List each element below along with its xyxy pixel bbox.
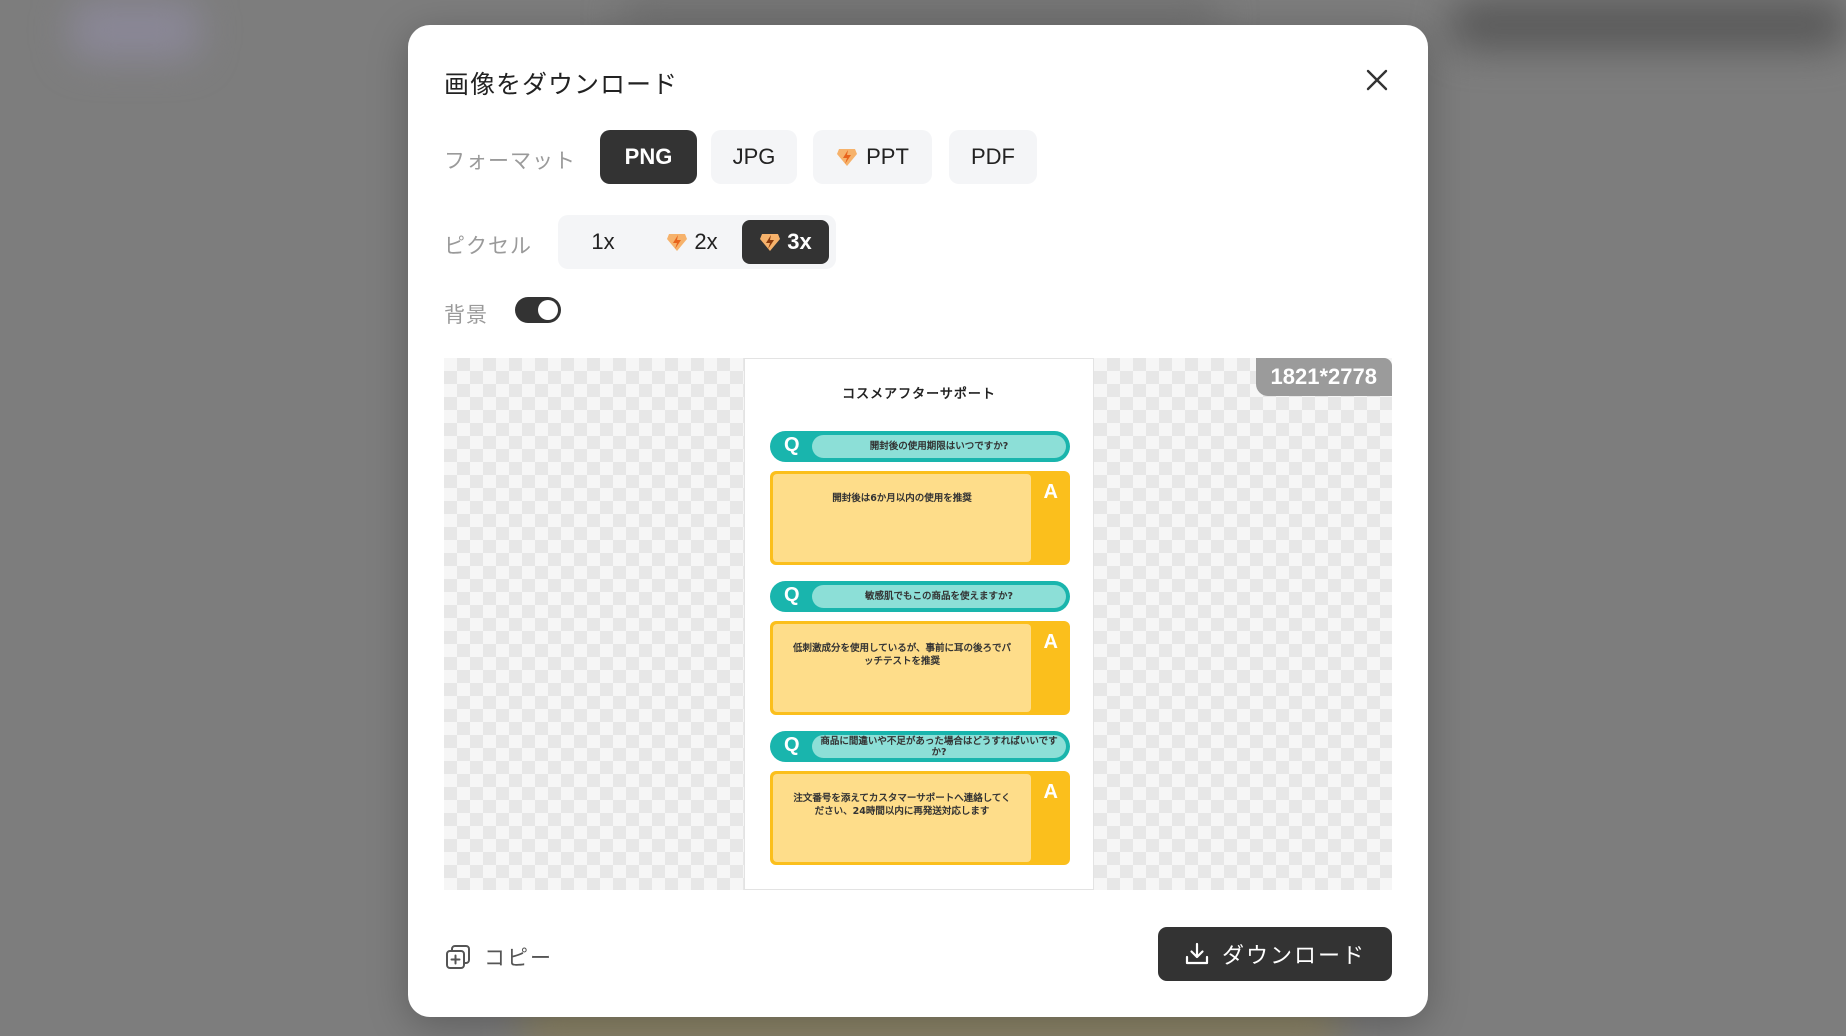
download-image-dialog: 画像をダウンロード フォーマット PNG JPG PPT PDF ピクセル 1x <box>408 25 1428 1017</box>
question-text: 敏感肌でもこの商品を使えますか? <box>812 585 1066 608</box>
dialog-title: 画像をダウンロード <box>444 70 679 99</box>
background-blur <box>70 0 200 60</box>
pixel-1x-button[interactable]: 1x <box>568 220 638 264</box>
background-blur <box>1450 0 1846 50</box>
question-bar: Q 開封後の使用期限はいつですか? <box>770 431 1070 462</box>
answer-text: 開封後は6か月以内の使用を推奨 <box>773 474 1031 562</box>
dimensions-badge: 1821*2778 <box>1255 358 1392 396</box>
a-letter: A <box>1043 481 1058 503</box>
q-letter: Q <box>784 734 800 756</box>
a-letter: A <box>1043 781 1058 803</box>
preview-page-title: コスメアフターサポート <box>842 387 996 402</box>
pixel-label: ピクセル <box>444 234 532 258</box>
format-option-label: PPT <box>866 144 909 169</box>
pixel-option-label: 3x <box>787 229 812 254</box>
answer-text: 低刺激成分を使用しているが、事前に耳の後ろでパッチテストを推奨 <box>773 624 1031 712</box>
format-option-label: PNG <box>624 144 673 169</box>
download-icon <box>1185 942 1209 965</box>
answer-text: 注文番号を添えてカスタマーサポートへ連絡してください、24時間以内に再発送対応し… <box>773 774 1031 862</box>
q-letter: Q <box>784 584 800 606</box>
download-label: ダウンロード <box>1221 944 1366 969</box>
format-pdf-button[interactable]: PDF <box>949 130 1037 184</box>
image-preview: コスメアフターサポート Q 開封後の使用期限はいつですか? 開封後は6か月以内の… <box>444 358 1392 890</box>
download-button[interactable]: ダウンロード <box>1158 927 1392 981</box>
preview-page: コスメアフターサポート Q 開封後の使用期限はいつですか? 開封後は6か月以内の… <box>744 358 1094 890</box>
pixel-3x-button[interactable]: 3x <box>742 220 829 264</box>
answer-box: 注文番号を添えてカスタマーサポートへ連絡してください、24時間以内に再発送対応し… <box>770 771 1070 865</box>
pixel-scale-group: 1x 2x 3x <box>558 215 836 269</box>
pixel-option-label: 2x <box>694 229 718 254</box>
copy-icon <box>446 945 470 969</box>
background-label: 背景 <box>444 303 488 327</box>
answer-box: 開封後は6か月以内の使用を推奨 A <box>770 471 1070 565</box>
close-icon <box>1366 69 1388 91</box>
question-bar: Q 敏感肌でもこの商品を使えますか? <box>770 581 1070 612</box>
q-letter: Q <box>784 434 800 456</box>
answer-box: 低刺激成分を使用しているが、事前に耳の後ろでパッチテストを推奨 A <box>770 621 1070 715</box>
format-png-button[interactable]: PNG <box>600 130 697 184</box>
pixel-2x-button[interactable]: 2x <box>648 220 736 264</box>
question-bar: Q 商品に間違いや不足があった場合はどうすればいいですか? <box>770 731 1070 762</box>
copy-label: コピー <box>484 946 553 970</box>
pixel-option-label: 1x <box>591 229 615 254</box>
background-toggle[interactable] <box>515 297 561 323</box>
toggle-knob <box>538 300 558 320</box>
format-option-label: JPG <box>732 144 776 169</box>
format-option-label: PDF <box>971 144 1015 169</box>
close-button[interactable] <box>1362 65 1392 95</box>
question-text: 商品に間違いや不足があった場合はどうすればいいですか? <box>812 735 1066 758</box>
format-jpg-button[interactable]: JPG <box>711 130 797 184</box>
premium-gem-icon <box>667 234 688 251</box>
premium-gem-icon <box>837 149 858 166</box>
copy-button[interactable]: コピー <box>444 942 553 972</box>
format-ppt-button[interactable]: PPT <box>813 130 932 184</box>
premium-gem-icon <box>760 234 781 251</box>
question-text: 開封後の使用期限はいつですか? <box>812 435 1066 458</box>
format-label: フォーマット <box>444 149 576 173</box>
a-letter: A <box>1043 631 1058 653</box>
